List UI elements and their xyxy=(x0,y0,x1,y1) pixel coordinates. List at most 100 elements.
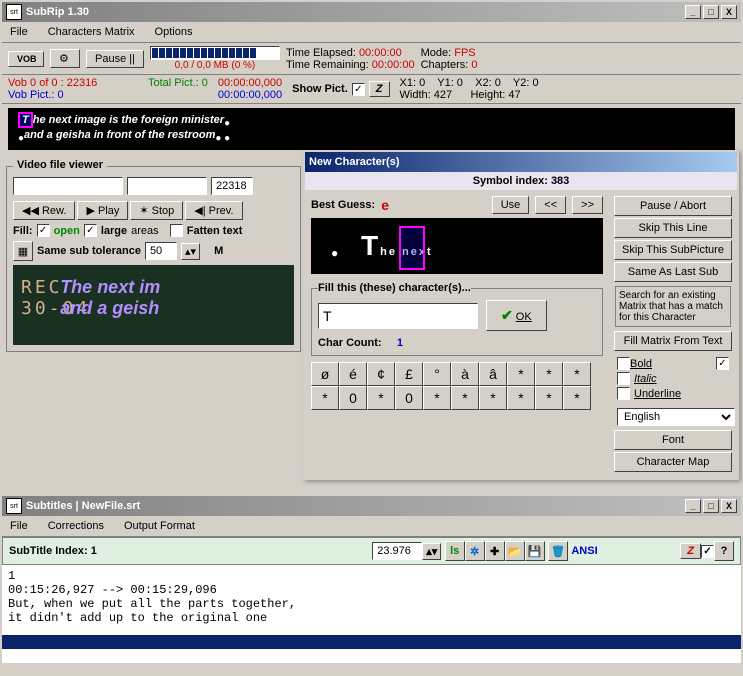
sub-z-button[interactable]: Z xyxy=(680,543,701,559)
bold-right-checkbox[interactable] xyxy=(716,357,729,370)
char-cell[interactable]: * xyxy=(535,362,563,386)
fill-label: Fill: xyxy=(13,225,33,237)
menu-characters-matrix[interactable]: Characters Matrix xyxy=(44,24,139,40)
use-button[interactable]: Use xyxy=(492,196,530,214)
x2-stat: X2: 0 xyxy=(475,77,501,89)
showpict-checkbox[interactable] xyxy=(352,83,365,96)
save-icon[interactable]: 💾 xyxy=(525,541,545,561)
italic-checkbox[interactable] xyxy=(617,372,630,385)
char-cell[interactable]: * xyxy=(423,386,451,410)
char-cell[interactable]: é xyxy=(339,362,367,386)
sub-menu-output-format[interactable]: Output Format xyxy=(120,518,199,534)
minimize-button[interactable]: _ xyxy=(685,5,701,19)
char-cell[interactable]: * xyxy=(451,386,479,410)
main-menubar: File Characters Matrix Options xyxy=(2,22,741,43)
char-cell[interactable]: * xyxy=(563,386,591,410)
sub-menu-corrections[interactable]: Corrections xyxy=(44,518,108,534)
search-matrix-text: Search for an existing Matrix that has a… xyxy=(615,286,731,327)
gear-icon[interactable]: ✲ xyxy=(465,541,485,561)
symbol-index-bar: Symbol index: 383 xyxy=(305,172,737,190)
skip-subpicture-button[interactable]: Skip This SubPicture xyxy=(614,240,732,260)
mode-label: Mode: xyxy=(421,47,452,59)
char-cell[interactable]: ¢ xyxy=(367,362,395,386)
video-input1[interactable] xyxy=(13,177,123,195)
maximize-button[interactable]: □ xyxy=(703,5,719,19)
fps-spinner[interactable]: ▴▾ xyxy=(422,543,441,560)
subtitles-app-icon: srt xyxy=(6,498,22,514)
prev-char-button[interactable]: << xyxy=(535,196,566,214)
subtitles-window: srt Subtitles | NewFile.srt _ □ X File C… xyxy=(0,494,743,674)
trash-icon[interactable]: 🗑 xyxy=(548,541,568,561)
menu-file[interactable]: File xyxy=(6,24,32,40)
frame-input[interactable] xyxy=(211,177,253,195)
vob-stat: Vob 0 of 0 : 22316 xyxy=(8,77,138,89)
ok-button[interactable]: ✔ OK xyxy=(486,300,547,331)
same-as-last-button[interactable]: Same As Last Sub xyxy=(614,262,732,282)
fps-input[interactable] xyxy=(372,542,422,560)
char-cell[interactable]: * xyxy=(367,386,395,410)
preview-line1: he next image is the foreign minister xyxy=(33,114,224,126)
char-cell[interactable]: 0 xyxy=(395,386,423,410)
next-char-button[interactable]: >> xyxy=(572,196,603,214)
rew-button[interactable]: ◀◀ Rew. xyxy=(13,201,75,220)
play-button[interactable]: ▶ Play xyxy=(77,201,128,220)
video-overlay-line2: and a geish xyxy=(60,298,160,319)
settings-button[interactable]: ⚙ xyxy=(50,49,80,68)
symidx-label: Symbol index: xyxy=(473,175,548,187)
char-cell[interactable]: ° xyxy=(423,362,451,386)
language-select[interactable]: English xyxy=(617,408,735,426)
sub-menu-file[interactable]: File xyxy=(6,518,32,534)
fill-matrix-button[interactable]: Fill Matrix From Text xyxy=(614,331,732,351)
time-elapsed-label: Time Elapsed: xyxy=(286,47,356,59)
open-icon[interactable]: 📂 xyxy=(505,541,525,561)
vob-button[interactable]: VOB xyxy=(8,51,44,67)
z-button[interactable]: Z xyxy=(369,81,390,97)
open-checkbox[interactable] xyxy=(37,224,50,237)
prev-button[interactable]: ◀| Prev. xyxy=(185,201,242,220)
char-count-value: 1 xyxy=(397,337,403,349)
subtitle-text[interactable]: 1 00:15:26,927 --> 00:15:29,096 But, whe… xyxy=(2,565,741,635)
sub-extra-button[interactable]: ? xyxy=(714,541,734,561)
height-stat: Height: 47 xyxy=(470,89,520,101)
puzzle-icon[interactable]: ✚ xyxy=(485,541,505,561)
font-button[interactable]: Font xyxy=(614,430,732,450)
stop-button[interactable]: ✶ Stop xyxy=(130,201,183,220)
ls-icon[interactable]: ls xyxy=(445,541,465,561)
skip-line-button[interactable]: Skip This Line xyxy=(614,218,732,238)
char-cell[interactable]: * xyxy=(479,386,507,410)
char-cell[interactable]: 0 xyxy=(339,386,367,410)
subtitles-menubar: File Corrections Output Format xyxy=(2,516,741,537)
pause-button[interactable]: Pause || xyxy=(86,50,144,68)
underline-checkbox[interactable] xyxy=(617,387,630,400)
char-count-label: Char Count: xyxy=(318,337,382,349)
sub-maximize-button[interactable]: □ xyxy=(703,499,719,513)
sub-minimize-button[interactable]: _ xyxy=(685,499,701,513)
pause-abort-button[interactable]: Pause / Abort xyxy=(614,196,732,216)
char-cell[interactable]: à xyxy=(451,362,479,386)
char-cell[interactable]: * xyxy=(535,386,563,410)
bold-label[interactable]: Bold xyxy=(630,358,652,370)
sub-z-checkbox[interactable] xyxy=(701,545,714,558)
tolerance-icon-button[interactable]: ▦ xyxy=(13,241,33,261)
char-cell[interactable]: £ xyxy=(395,362,423,386)
tolerance-input[interactable] xyxy=(145,242,177,260)
video-input2[interactable] xyxy=(127,177,207,195)
menu-options[interactable]: Options xyxy=(151,24,197,40)
fatten-checkbox[interactable] xyxy=(170,224,183,237)
tolerance-spinner[interactable]: ▴▾ xyxy=(181,243,200,260)
bold-checkbox[interactable] xyxy=(617,357,630,370)
char-cell[interactable]: * xyxy=(563,362,591,386)
char-input[interactable] xyxy=(318,303,478,329)
italic-label[interactable]: Italic xyxy=(634,373,657,385)
charmap-button[interactable]: Character Map xyxy=(614,452,732,472)
char-cell[interactable]: * xyxy=(507,386,535,410)
char-cell[interactable]: * xyxy=(311,386,339,410)
char-cell[interactable]: * xyxy=(507,362,535,386)
large-checkbox[interactable] xyxy=(84,224,97,237)
sub-close-button[interactable]: X xyxy=(721,499,737,513)
char-cell[interactable]: ø xyxy=(311,362,339,386)
areas-label: areas xyxy=(131,225,159,237)
char-cell[interactable]: â xyxy=(479,362,507,386)
close-button[interactable]: X xyxy=(721,5,737,19)
underline-label[interactable]: Underline xyxy=(634,388,681,400)
